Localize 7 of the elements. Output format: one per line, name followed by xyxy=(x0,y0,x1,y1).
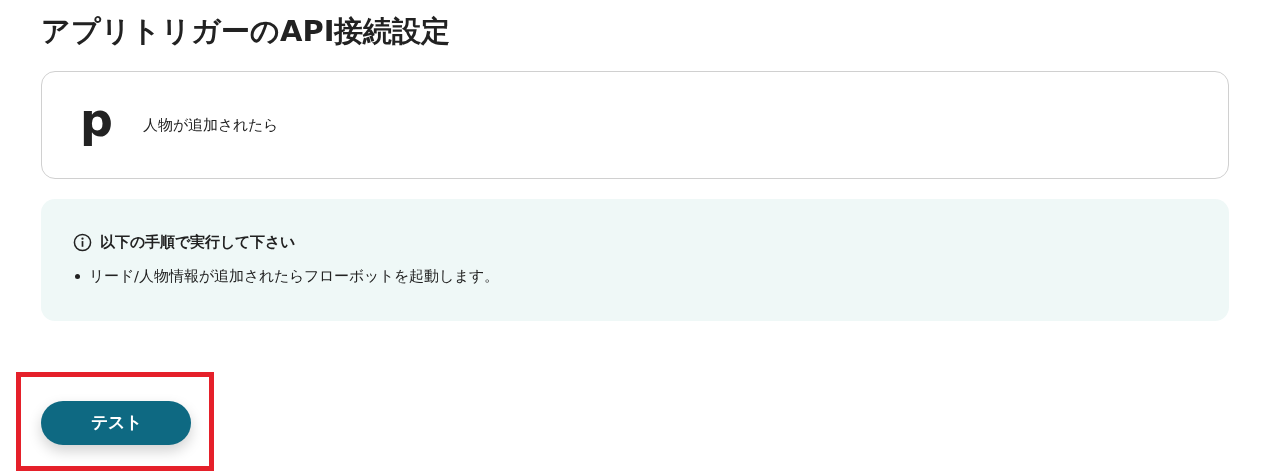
test-button[interactable]: テスト xyxy=(41,401,191,445)
bullet-icon xyxy=(75,273,80,279)
info-heading: 以下の手順で実行して下さい xyxy=(100,232,295,253)
trigger-label: 人物が追加されたら xyxy=(142,114,278,136)
page-title: アプリトリガーのAPI接続設定 xyxy=(41,13,452,50)
info-item: リード/人物情報が追加されたらフローボットを起動します。 xyxy=(89,266,499,286)
info-icon xyxy=(73,232,92,252)
